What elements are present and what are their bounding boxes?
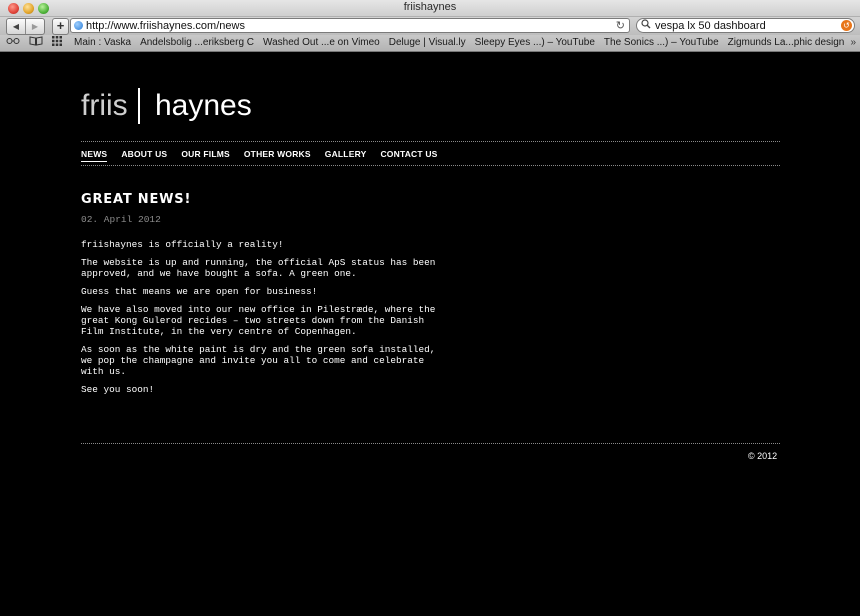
bookmark-item[interactable]: The Sonics ...) – YouTube	[604, 35, 719, 51]
bookmark-item[interactable]: Main : Vaska	[74, 35, 131, 51]
article-paragraph: Guess that means we are open for busines…	[81, 286, 318, 297]
window-titlebar: friishaynes	[0, 0, 860, 17]
grid-icon[interactable]	[52, 36, 62, 51]
nav-about-us[interactable]: ABOUT US	[121, 149, 167, 162]
bookmark-list: Main : Vaska Andelsbolig ...eriksberg C …	[74, 35, 853, 51]
nav-our-films[interactable]: OUR FILMS	[181, 149, 230, 162]
logo-divider	[138, 88, 140, 124]
nav-top-divider	[81, 141, 780, 142]
article-paragraph: We have also moved into our new office i…	[81, 304, 436, 337]
search-query[interactable]: vespa lx 50 dashboard	[655, 19, 766, 33]
article-date: 02. April 2012	[81, 214, 161, 225]
url-text[interactable]: http://www.friishaynes.com/news	[86, 19, 245, 33]
copyright-text: © 2012	[748, 451, 778, 461]
book-icon[interactable]	[29, 36, 43, 51]
nav-bottom-divider	[81, 165, 780, 166]
article-body: friishaynes is officially a reality! The…	[81, 239, 451, 402]
main-nav: NEWS ABOUT US OUR FILMS OTHER WORKS GALL…	[81, 149, 452, 162]
back-arrow-icon[interactable]: ◀	[7, 19, 25, 34]
web-page: friis haynes NEWS ABOUT US OUR FILMS OTH…	[0, 52, 860, 616]
footer-divider	[81, 443, 780, 444]
logo-friis: friis	[81, 89, 128, 122]
reload-icon[interactable]: ↻	[616, 19, 625, 33]
bookmark-item[interactable]: Andelsbolig ...eriksberg C	[140, 35, 254, 51]
nav-other-works[interactable]: OTHER WORKS	[244, 149, 311, 162]
search-icon	[641, 19, 652, 34]
article-headline: GREAT NEWS!	[81, 192, 192, 207]
bookmarks-bar: Main : Vaska Andelsbolig ...eriksberg C …	[0, 35, 860, 52]
globe-icon	[74, 21, 83, 30]
reading-glasses-icon[interactable]	[6, 36, 20, 51]
search-field[interactable]: vespa lx 50 dashboard ↺	[636, 18, 855, 33]
article-paragraph: friishaynes is officially a reality!	[81, 239, 284, 250]
article-paragraph: The website is up and running, the offic…	[81, 257, 436, 279]
more-bookmarks-icon[interactable]: »	[850, 35, 856, 51]
forward-arrow-icon[interactable]: ▶	[25, 19, 44, 34]
address-bar[interactable]: http://www.friishaynes.com/news ↻	[70, 18, 630, 33]
nav-news[interactable]: NEWS	[81, 149, 108, 162]
bookmark-item[interactable]: Sleepy Eyes ...) – YouTube	[475, 35, 595, 51]
back-forward-buttons: ◀ ▶	[6, 18, 45, 35]
nav-gallery[interactable]: GALLERY	[325, 149, 367, 162]
article-paragraph: As soon as the white paint is dry and th…	[81, 344, 436, 377]
browser-toolbar: ◀ ▶ + http://www.friishaynes.com/news ↻ …	[0, 17, 860, 35]
nav-contact-us[interactable]: CONTACT US	[380, 149, 437, 162]
add-bookmark-button[interactable]: +	[52, 18, 69, 35]
bookmark-item[interactable]: Zigmunds La...phic design	[728, 35, 845, 51]
window-title: friishaynes	[403, 1, 457, 13]
logo-haynes: haynes	[155, 89, 252, 122]
snapback-icon[interactable]: ↺	[841, 20, 852, 31]
bookmark-item[interactable]: Deluge | Visual.ly	[389, 35, 466, 51]
bookmark-item[interactable]: Washed Out ...e on Vimeo	[263, 35, 380, 51]
article-paragraph: See you soon!	[81, 384, 155, 395]
